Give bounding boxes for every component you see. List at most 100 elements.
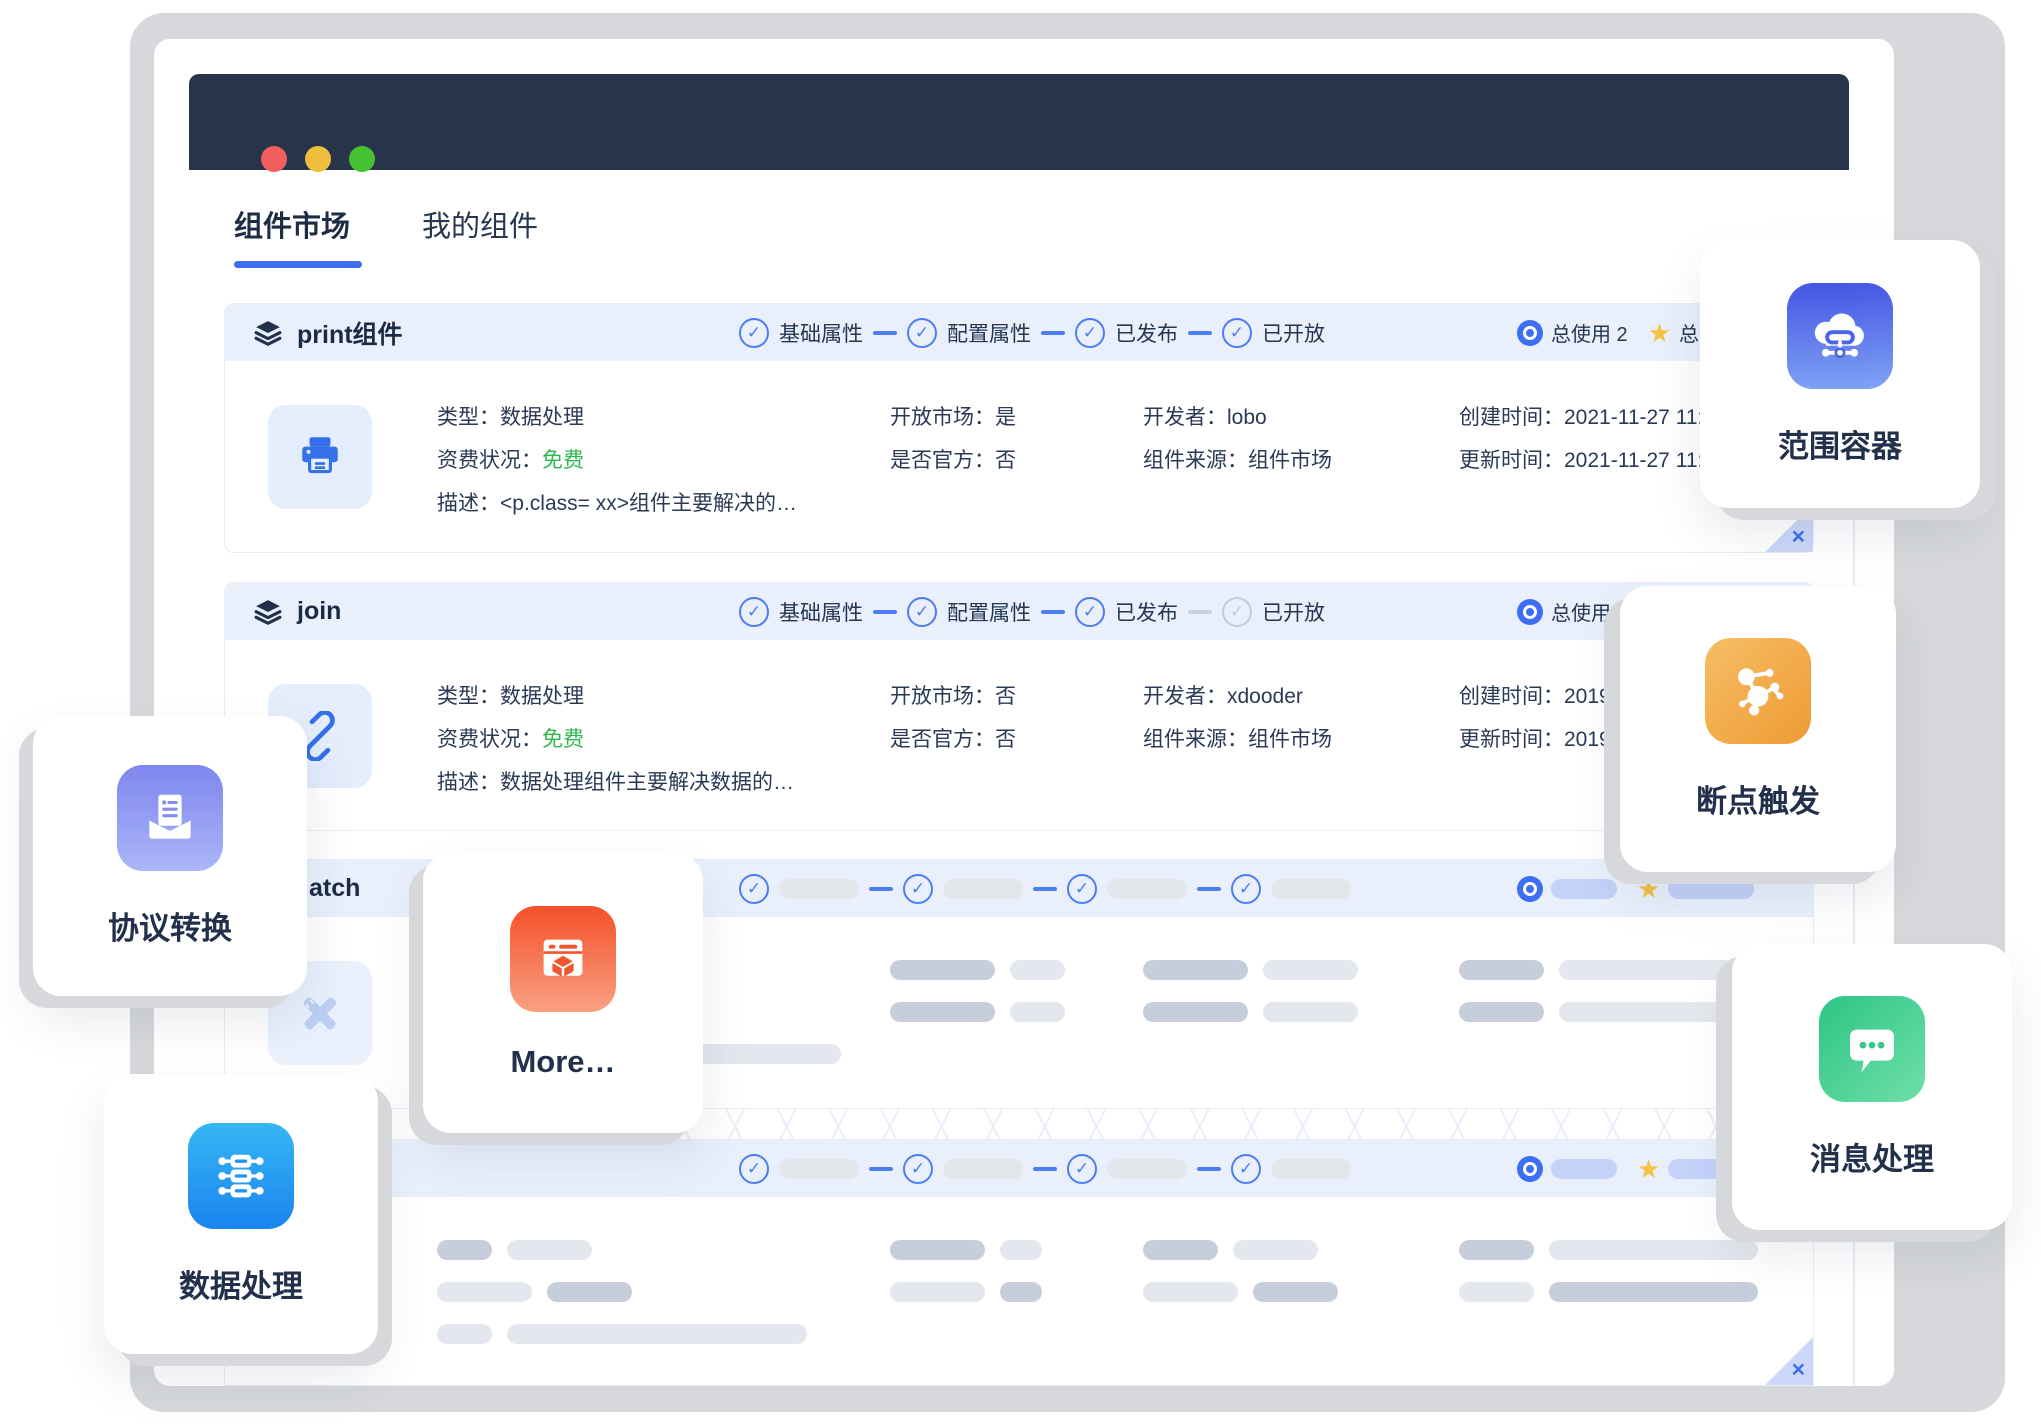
- step-check-icon: ✓: [907, 597, 937, 627]
- skeleton-pill: [1143, 1240, 1218, 1260]
- star-icon: ★: [1637, 1156, 1660, 1182]
- component-card-join[interactable]: join ✓基础属性 ✓配置属性 ✓已发布 ✓已开放 总使用 6: [224, 582, 1814, 831]
- status-steps: ✓基础属性 ✓配置属性 ✓已发布 ✓已开放: [739, 318, 1325, 348]
- star-icon: ★: [1648, 320, 1671, 346]
- step-label-skeleton: [943, 1159, 1023, 1179]
- step-check-icon: ✓: [739, 597, 769, 627]
- step-label: 基础属性: [779, 318, 863, 348]
- skeleton-pill: [890, 1240, 985, 1260]
- card-header: join ✓基础属性 ✓配置属性 ✓已发布 ✓已开放 总使用 6: [225, 583, 1813, 640]
- layers-icon: [253, 318, 283, 348]
- step-label-skeleton: [1271, 879, 1351, 899]
- fee-free-value: 免费: [542, 449, 584, 472]
- card-header: ✓ ✓ ✓ ✓ ★: [225, 1140, 1813, 1197]
- field-updated: 更新时间：2021-11-27 11:2: [1459, 447, 1715, 474]
- floating-card-message-processing[interactable]: 消息处理: [1732, 944, 2012, 1230]
- component-card-skeleton-2[interactable]: ✓ ✓ ✓ ✓ ★: [224, 1139, 1814, 1386]
- step-label: 配置属性: [947, 597, 1031, 627]
- minimize-traffic-light[interactable]: [305, 146, 331, 172]
- skeleton-pill: [1143, 960, 1248, 980]
- card-corner-fold: [1765, 1337, 1813, 1385]
- close-icon[interactable]: ×: [1792, 525, 1805, 548]
- status-steps-skeleton: ✓ ✓ ✓ ✓: [739, 874, 1351, 904]
- field-type: 类型：数据处理: [437, 404, 797, 431]
- maximize-traffic-light[interactable]: [349, 146, 375, 172]
- field-source: 组件来源：组件市场: [1143, 447, 1332, 474]
- field-developer: 开发者：xdooder: [1143, 683, 1332, 710]
- step-label-skeleton: [1107, 879, 1187, 899]
- usage-count: 总使用 2: [1551, 318, 1628, 347]
- skeleton-pill: [1263, 1002, 1358, 1022]
- floating-card-breakpoint-trigger[interactable]: 断点触发: [1620, 586, 1896, 872]
- component-card-print[interactable]: print组件 ✓基础属性 ✓配置属性 ✓已发布 ✓已开放 总使用 2: [224, 303, 1814, 553]
- skeleton-pill: [1010, 1002, 1065, 1022]
- step-label: 已发布: [1115, 597, 1178, 627]
- floating-card-scope-container[interactable]: 范围容器: [1700, 240, 1980, 508]
- step-check-icon: ✓: [903, 874, 933, 904]
- skeleton-pill: [1549, 1240, 1758, 1260]
- step-label-skeleton: [779, 879, 859, 899]
- field-open-market: 开放市场：是: [890, 404, 1016, 431]
- skeleton-pill: [1000, 1282, 1042, 1302]
- step-check-icon: ✓: [1075, 597, 1105, 627]
- field-desc: 描述：数据处理组件主要解决数据的…: [437, 769, 794, 796]
- usage-eye-icon: [1517, 1156, 1543, 1182]
- skeleton-pill: [1000, 1240, 1042, 1260]
- step-check-icon: ✓: [1067, 1154, 1097, 1184]
- usage-eye-icon: [1517, 599, 1543, 625]
- card-corner-fold: [1765, 504, 1813, 552]
- molecule-icon: [1705, 638, 1811, 744]
- cloud-network-icon: [1787, 283, 1893, 389]
- document-inbox-icon: [117, 765, 223, 871]
- floating-card-label: 协议转换: [108, 903, 232, 948]
- skeleton-pill: [507, 1240, 592, 1260]
- data-rows-icon: [188, 1123, 294, 1229]
- close-icon[interactable]: ×: [1792, 1358, 1805, 1381]
- step-label-skeleton: [1107, 1159, 1187, 1179]
- step-check-icon: ✓: [1222, 318, 1252, 348]
- skeleton-pill: [1459, 1240, 1534, 1260]
- floating-card-protocol-conversion[interactable]: 协议转换: [33, 716, 307, 996]
- skeleton-pill: [1143, 1002, 1248, 1022]
- step-dash: [1041, 331, 1065, 335]
- field-type: 类型：数据处理: [437, 683, 794, 710]
- skeleton-pill: [437, 1324, 492, 1344]
- step-label: 已发布: [1115, 318, 1178, 348]
- printer-icon: [268, 405, 372, 509]
- card-header: print组件 ✓基础属性 ✓配置属性 ✓已发布 ✓已开放 总使用 2: [225, 304, 1813, 361]
- skeleton-pill: [507, 1324, 807, 1344]
- close-traffic-light[interactable]: [261, 146, 287, 172]
- skeleton-pill: [1559, 960, 1734, 980]
- step-dash: [1197, 1167, 1221, 1171]
- step-check-icon: ✓: [1067, 874, 1097, 904]
- step-label: 基础属性: [779, 597, 863, 627]
- window-cube-icon: [510, 906, 616, 1012]
- step-dash: [1188, 610, 1212, 614]
- fee-free-value: 免费: [542, 728, 584, 751]
- floating-card-label: 数据处理: [179, 1261, 303, 1306]
- tab-component-market[interactable]: 组件市场: [234, 203, 362, 268]
- field-fee: 资费状况：免费: [437, 726, 794, 753]
- step-label-skeleton: [779, 1159, 859, 1179]
- step-check-icon: ✓: [907, 318, 937, 348]
- star-icon: ★: [1637, 876, 1660, 902]
- layers-icon: [253, 597, 283, 627]
- card-metrics: 总使用 2 ★ 总评: [1517, 304, 1719, 361]
- skeleton-pill: [890, 960, 995, 980]
- step-dash: [1033, 887, 1057, 891]
- tab-component-market-label: 组件市场: [234, 203, 362, 245]
- card-title: join: [297, 597, 341, 626]
- floating-card-more[interactable]: More…: [423, 853, 703, 1133]
- skeleton-pill: [890, 1282, 985, 1302]
- skeleton-pill: [1549, 1282, 1758, 1302]
- field-source: 组件来源：组件市场: [1143, 726, 1332, 753]
- field-fee: 资费状况：免费: [437, 447, 797, 474]
- step-dash: [873, 331, 897, 335]
- field-developer: 开发者：lobo: [1143, 404, 1332, 431]
- skeleton-pill: [1253, 1282, 1338, 1302]
- card-metrics-skeleton: ★: [1517, 1140, 1754, 1197]
- floating-card-data-processing[interactable]: 数据处理: [104, 1074, 378, 1354]
- usage-skeleton: [1551, 879, 1617, 899]
- field-created: 创建时间：2021-11-27 11:2: [1459, 404, 1715, 431]
- tab-my-components[interactable]: 我的组件: [422, 203, 538, 268]
